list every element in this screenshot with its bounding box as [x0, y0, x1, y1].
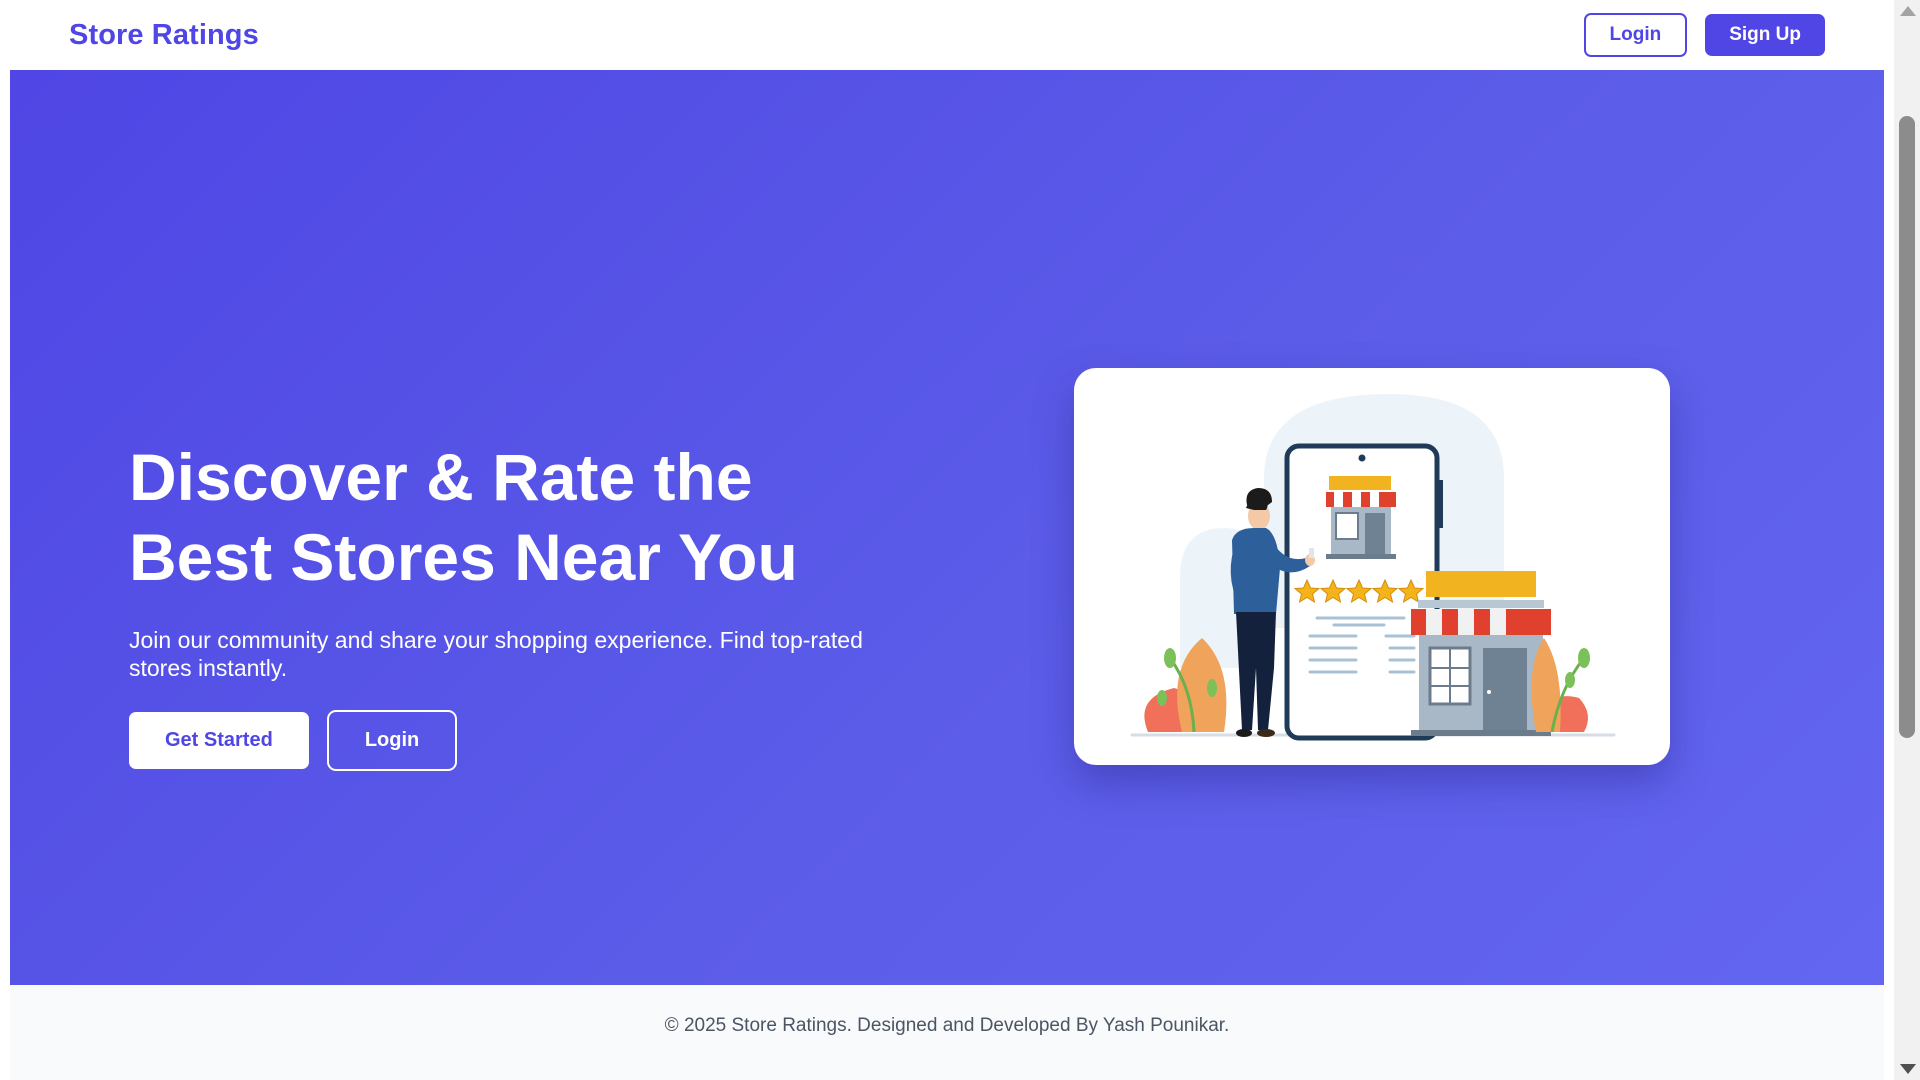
store-rating-illustration-icon — [1130, 394, 1616, 741]
hero-section: Discover & Rate the Best Stores Near You… — [10, 70, 1884, 985]
hero-text: Discover & Rate the Best Stores Near You… — [129, 437, 929, 771]
hero-title: Discover & Rate the Best Stores Near You — [129, 440, 798, 594]
scroll-down-arrow-icon[interactable] — [1900, 1064, 1916, 1074]
nav-signup-button[interactable]: Sign Up — [1705, 14, 1825, 56]
hero-subtitle: Join our community and share your shoppi… — [129, 627, 863, 681]
footer-copyright: © 2025 Store Ratings. Designed and Devel… — [664, 1014, 1230, 1036]
page: Store Ratings Login Sign Up Discover & R… — [10, 0, 1884, 1080]
page-scrollbar[interactable] — [1894, 0, 1920, 1080]
nav-login-button[interactable]: Login — [1583, 13, 1688, 57]
nav-actions: Login Sign Up — [1583, 13, 1825, 57]
brand-logo[interactable]: Store Ratings — [69, 19, 259, 52]
illustration-card — [1074, 368, 1670, 765]
footer: © 2025 Store Ratings. Designed and Devel… — [10, 985, 1884, 1080]
scrollbar-thumb[interactable] — [1899, 116, 1915, 738]
hero-login-button[interactable]: Login — [326, 710, 458, 771]
scroll-up-arrow-icon[interactable] — [1900, 6, 1916, 16]
hero-actions: Get Started Login — [129, 710, 929, 771]
get-started-button[interactable]: Get Started — [129, 712, 309, 769]
navbar: Store Ratings Login Sign Up — [10, 0, 1884, 70]
